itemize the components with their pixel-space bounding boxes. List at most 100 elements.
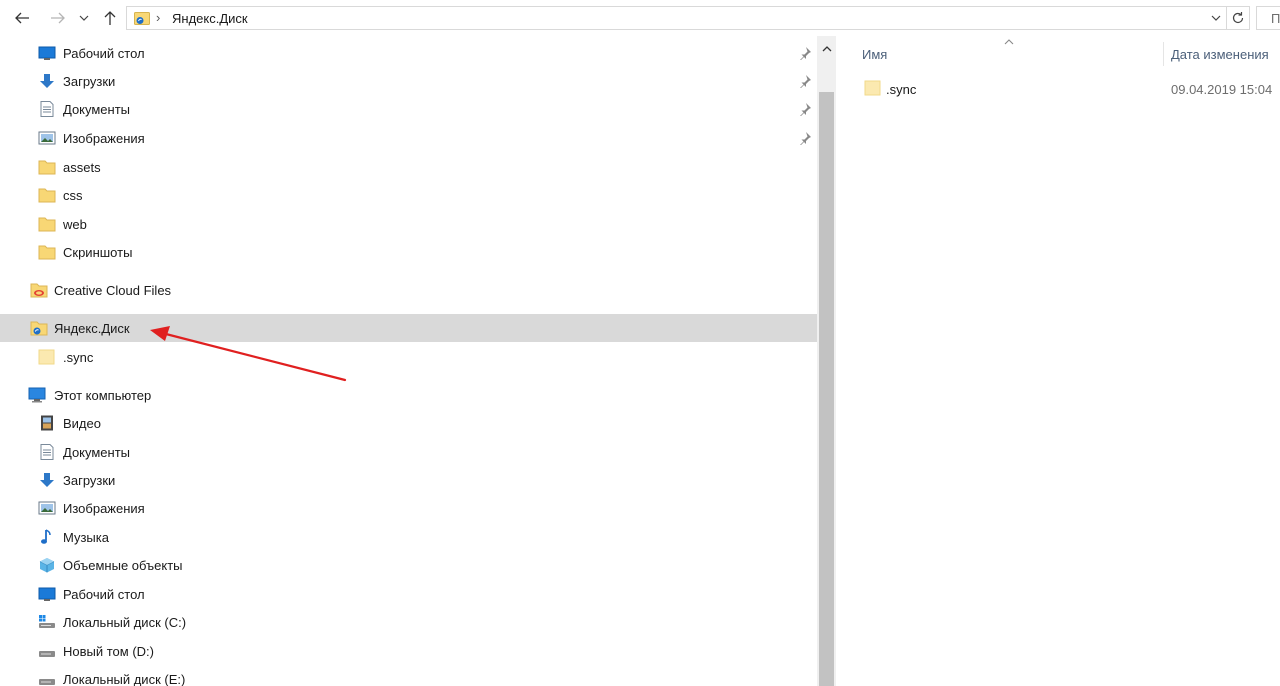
- nav-label: assets: [63, 160, 101, 175]
- chevron-up-icon: [822, 46, 831, 52]
- nav-label: Рабочий стол: [63, 587, 145, 602]
- navigation-pane: Рабочий стол Загрузки Документы Изображе…: [0, 36, 836, 686]
- pin-icon[interactable]: [798, 46, 812, 60]
- documents-icon: [40, 444, 54, 460]
- nav-item-desktop[interactable]: Рабочий стол: [0, 39, 817, 67]
- forward-button[interactable]: [46, 6, 70, 30]
- nav-item-documents-pc[interactable]: Документы: [0, 438, 817, 466]
- pictures-icon: [38, 501, 56, 515]
- nav-pane-scrollbar[interactable]: [817, 36, 836, 686]
- downloads-icon: [40, 473, 54, 487]
- nav-label: Музыка: [63, 530, 109, 545]
- nav-item-screenshots[interactable]: Скриншоты: [0, 238, 817, 266]
- nav-item-web[interactable]: web: [0, 210, 817, 238]
- nav-item-pictures[interactable]: Изображения: [0, 124, 817, 152]
- folder-icon: [38, 349, 55, 365]
- nav-label: Загрузки: [63, 74, 116, 89]
- 3d-objects-icon: [39, 558, 55, 573]
- back-arrow-icon: [15, 12, 29, 24]
- nav-label: css: [63, 188, 83, 203]
- computer-icon: [28, 387, 46, 403]
- video-icon: [41, 415, 53, 431]
- drive-icon: [39, 651, 55, 657]
- nav-label: Скриншоты: [63, 245, 133, 260]
- nav-label: Этот компьютер: [54, 388, 152, 403]
- desktop-icon: [38, 46, 56, 60]
- nav-item-music[interactable]: Музыка: [0, 523, 817, 551]
- nav-item-creative-cloud[interactable]: Creative Cloud Files: [0, 276, 817, 304]
- file-list-pane: Имя Дата изменения .sync 09.04.2019 15:0…: [836, 36, 1280, 686]
- nav-item-drive-d[interactable]: Новый том (D:): [0, 637, 817, 665]
- nav-item-desktop-pc[interactable]: Рабочий стол: [0, 580, 817, 608]
- nav-label: Creative Cloud Files: [54, 283, 172, 298]
- nav-label: web: [63, 217, 87, 232]
- file-date-modified: 09.04.2019 15:04: [1171, 82, 1273, 97]
- creative-cloud-folder-icon: [30, 283, 48, 298]
- nav-label: Локальный диск (E:): [63, 672, 186, 686]
- nav-item-assets[interactable]: assets: [0, 153, 817, 181]
- nav-label: Локальный диск (C:): [63, 615, 187, 630]
- nav-item-3d-objects[interactable]: Объемные объекты: [0, 551, 817, 579]
- chevron-down-icon: [1211, 15, 1221, 21]
- scroll-up-button[interactable]: [817, 40, 836, 58]
- sort-ascending-icon: [1004, 39, 1014, 45]
- address-history-dropdown[interactable]: [1208, 6, 1224, 30]
- folder-icon: [38, 160, 56, 175]
- address-field[interactable]: › Яндекс.Диск: [126, 6, 1227, 30]
- nav-item-sync[interactable]: .sync: [0, 343, 817, 371]
- back-button[interactable]: [10, 6, 34, 30]
- drive-icon: [39, 679, 55, 685]
- recent-locations-button[interactable]: [76, 6, 92, 30]
- system-drive-icon: [39, 615, 55, 628]
- pictures-icon: [38, 131, 56, 145]
- folder-icon: [38, 217, 56, 232]
- file-name: .sync: [886, 82, 917, 97]
- nav-label: .sync: [63, 350, 94, 365]
- desktop-icon: [38, 587, 56, 601]
- refresh-button[interactable]: [1226, 6, 1250, 30]
- nav-label: Новый том (D:): [63, 644, 154, 659]
- yandex-disk-folder-icon: [30, 321, 48, 336]
- nav-label: Изображения: [63, 131, 145, 146]
- yandex-disk-folder-icon: [134, 12, 150, 25]
- up-arrow-icon: [104, 11, 116, 25]
- nav-item-drive-e[interactable]: Локальный диск (E:): [0, 665, 817, 686]
- nav-item-pictures-pc[interactable]: Изображения: [0, 494, 817, 522]
- nav-item-downloads[interactable]: Загрузки: [0, 67, 817, 95]
- refresh-icon: [1232, 12, 1243, 24]
- column-divider[interactable]: [1163, 42, 1164, 66]
- nav-label: Видео: [63, 416, 101, 431]
- breadcrumb-location[interactable]: Яндекс.Диск: [172, 11, 248, 26]
- nav-item-documents[interactable]: Документы: [0, 95, 817, 123]
- scrollbar-thumb[interactable]: [819, 92, 834, 686]
- pin-icon[interactable]: [798, 131, 812, 145]
- nav-label: Документы: [63, 102, 131, 117]
- nav-item-this-pc[interactable]: Этот компьютер: [0, 381, 817, 409]
- nav-label: Документы: [63, 445, 131, 460]
- folder-icon: [38, 245, 56, 260]
- up-button[interactable]: [98, 6, 122, 30]
- file-row[interactable]: .sync 09.04.2019 15:04: [856, 76, 1280, 102]
- nav-item-drive-c[interactable]: Локальный диск (C:): [0, 608, 817, 636]
- nav-item-downloads-pc[interactable]: Загрузки: [0, 466, 817, 494]
- chevron-down-icon: [79, 15, 89, 21]
- pin-icon[interactable]: [798, 74, 812, 88]
- search-placeholder: П: [1271, 11, 1280, 26]
- nav-item-yandex-disk[interactable]: Яндекс.Диск: [0, 314, 817, 342]
- column-header-name[interactable]: Имя: [862, 47, 887, 62]
- nav-item-css[interactable]: css: [0, 181, 817, 209]
- documents-icon: [40, 101, 54, 117]
- folder-icon: [864, 80, 881, 96]
- nav-label: Загрузки: [63, 473, 116, 488]
- pin-icon[interactable]: [798, 102, 812, 116]
- nav-label: Объемные объекты: [63, 558, 183, 573]
- forward-arrow-icon: [51, 12, 65, 24]
- folder-icon: [38, 188, 56, 203]
- downloads-icon: [40, 74, 54, 88]
- search-input[interactable]: П: [1256, 6, 1280, 30]
- nav-item-video[interactable]: Видео: [0, 409, 817, 437]
- music-icon: [41, 529, 51, 544]
- address-toolbar: › Яндекс.Диск П: [0, 0, 1280, 36]
- column-header-date-modified[interactable]: Дата изменения: [1171, 47, 1269, 62]
- path-separator: ›: [156, 10, 161, 25]
